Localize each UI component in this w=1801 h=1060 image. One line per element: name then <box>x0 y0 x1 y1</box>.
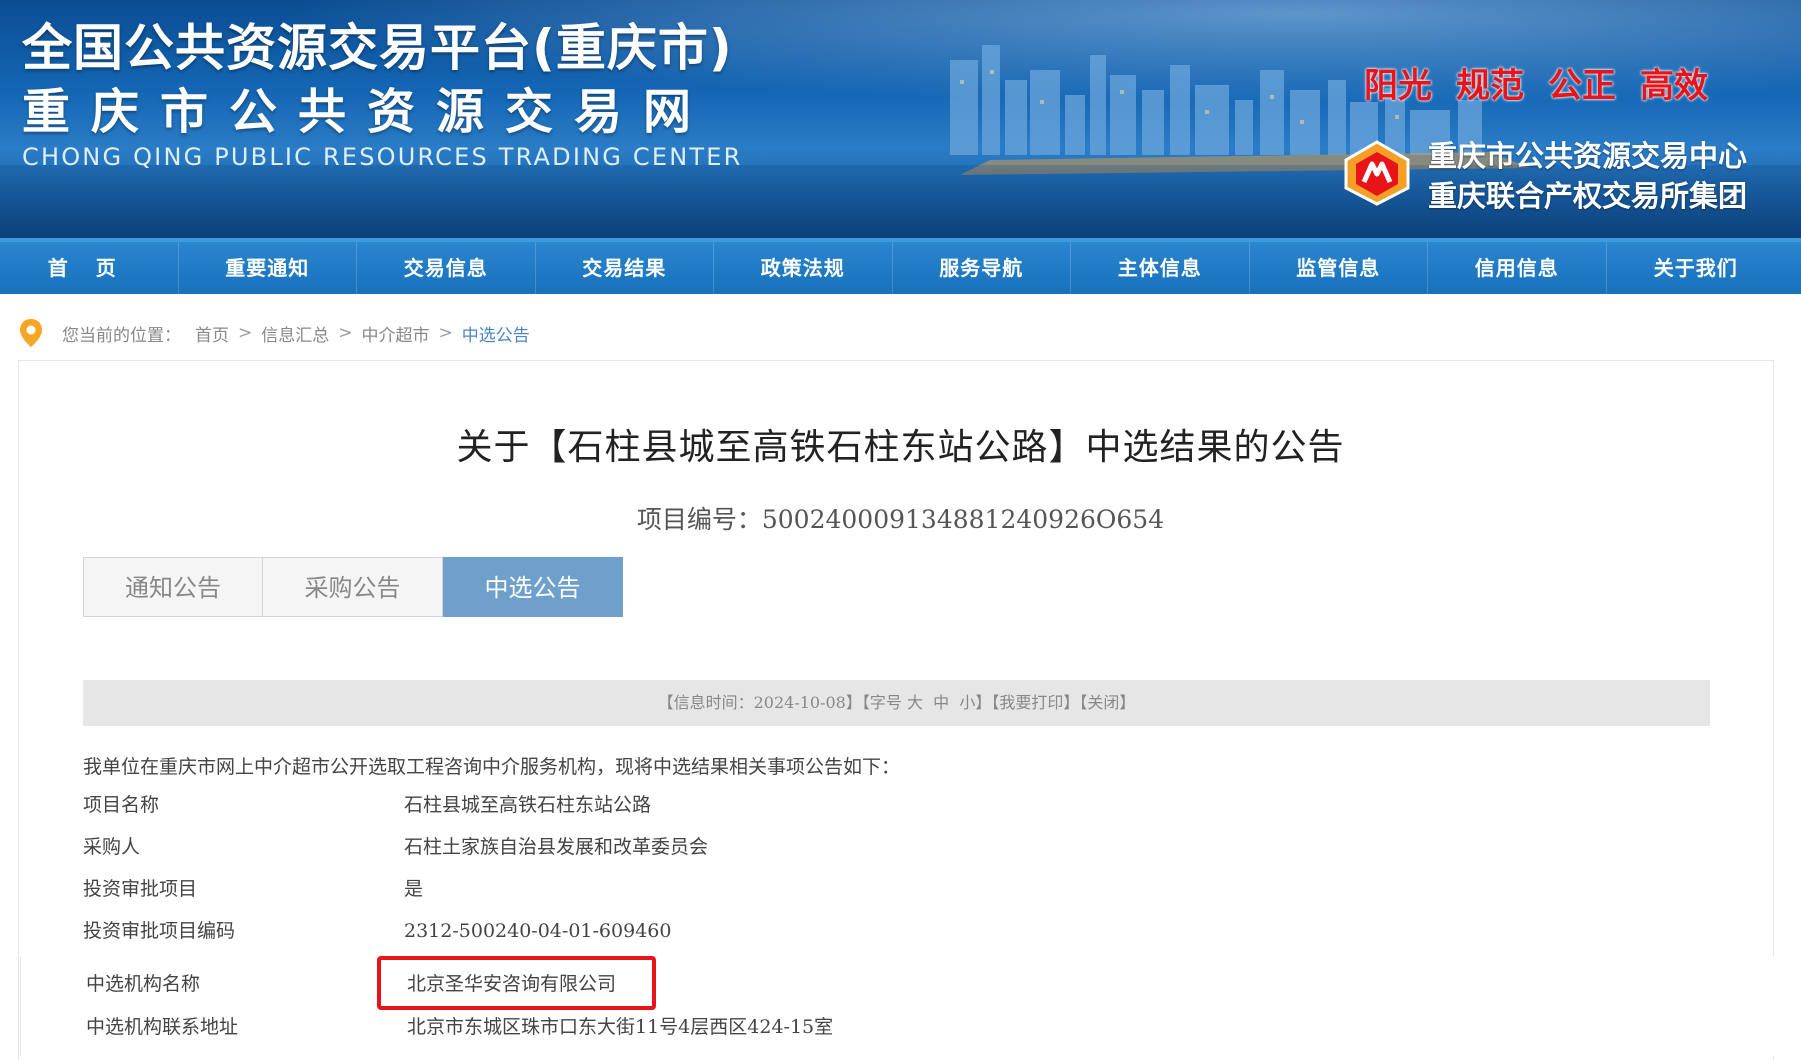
nav-item-supervision[interactable]: 监管信息 <box>1250 242 1428 294</box>
nav-item-policies[interactable]: 政策法规 <box>714 242 893 294</box>
nav-item-trade-info[interactable]: 交易信息 <box>357 242 536 294</box>
highlight-annotation-box <box>377 956 656 1010</box>
slogan-sunshine: 阳光 <box>1364 66 1432 106</box>
field-value: 2312-500240-04-01-609460 <box>404 920 672 942</box>
org-name-center: 重庆市公共资源交易中心 <box>1428 139 1748 173</box>
tab-notice[interactable]: 通知公告 <box>83 557 263 617</box>
field-label: 项目名称 <box>83 794 160 816</box>
trading-center-logo <box>1344 140 1410 206</box>
nav-item-entity-info[interactable]: 主体信息 <box>1071 242 1250 294</box>
field-value: 石柱县城至高铁石柱东站公路 <box>404 794 652 816</box>
field-label: 采购人 <box>83 836 141 858</box>
site-subtitle: 重庆市公共资源交易网 <box>22 84 713 140</box>
font-size-large-link[interactable]: 大 <box>907 693 923 712</box>
article-info-bar: 【信息时间：2024-10-08】【字号 大 中 小】【我要打印】【关闭】 <box>83 680 1710 726</box>
breadcrumb: 您当前的位置： 首页 > 信息汇总 > 中介超市 > 中选公告 <box>18 318 530 348</box>
field-label: 投资审批项目 <box>83 878 198 900</box>
nav-item-home[interactable]: 首页 <box>0 242 179 294</box>
field-value: 是 <box>404 878 424 900</box>
site-title: 全国公共资源交易平台(重庆市) <box>22 19 733 77</box>
article-intro: 我单位在重庆市网上中介超市公开选取工程咨询中介服务机构，现将中选结果相关事项公告… <box>83 756 901 778</box>
close-link[interactable]: 【关闭】 <box>1079 693 1135 712</box>
main-nav: 首页 重要通知 交易信息 交易结果 政策法规 服务导航 主体信息 监管信息 信用… <box>0 238 1801 294</box>
site-title-english: CHONG QING PUBLIC RESOURCES TRADING CENT… <box>22 143 743 171</box>
breadcrumb-separator: > <box>338 323 353 343</box>
org-name-group: 重庆联合产权交易所集团 <box>1428 179 1748 213</box>
site-banner: 全国公共资源交易平台(重庆市) 重庆市公共资源交易网 CHONG QING PU… <box>0 0 1801 238</box>
font-size-label: 【字号 <box>861 693 902 712</box>
breadcrumb-current[interactable]: 中选公告 <box>462 321 530 346</box>
publish-time: 【信息时间：2024-10-08】 <box>657 693 862 712</box>
breadcrumb-separator: > <box>238 323 253 343</box>
org-name-block: 重庆市公共资源交易中心 重庆联合产权交易所集团 <box>1428 136 1747 216</box>
article-title: 关于【石柱县城至高铁石柱东站公路】中选结果的公告 <box>456 427 1345 468</box>
nav-item-notices[interactable]: 重要通知 <box>179 242 357 294</box>
slogan-fair: 公正 <box>1548 66 1616 106</box>
field-label: 投资审批项目编码 <box>83 920 236 942</box>
project-number: 项目编号：500240009134881240926O654 <box>636 505 1165 534</box>
location-pin-icon <box>20 319 42 347</box>
slogan-efficient: 高效 <box>1640 66 1708 106</box>
field-value: 北京市东城区珠市口东大街11号4层西区424-15室 <box>407 1016 834 1038</box>
tab-procurement[interactable]: 采购公告 <box>263 557 443 617</box>
breadcrumb-info-summary[interactable]: 信息汇总 <box>261 321 329 346</box>
field-value: 石柱土家族自治县发展和改革委员会 <box>404 836 709 858</box>
print-link[interactable]: 【我要打印】 <box>991 693 1079 712</box>
nav-item-credit[interactable]: 信用信息 <box>1428 242 1607 294</box>
announcement-tabs: 通知公告 采购公告 中选公告 <box>83 557 623 617</box>
nav-item-service-guide[interactable]: 服务导航 <box>893 242 1071 294</box>
font-size-medium-link[interactable]: 中 <box>933 693 949 712</box>
field-label: 中选机构联系地址 <box>86 1016 239 1038</box>
slogan-group: 阳光 规范 公正 高效 <box>1364 58 1708 107</box>
nav-item-about[interactable]: 关于我们 <box>1607 242 1786 294</box>
slogan-standard: 规范 <box>1456 66 1524 106</box>
breadcrumb-separator: > <box>438 323 453 343</box>
breadcrumb-home[interactable]: 首页 <box>195 321 229 346</box>
breadcrumb-label: 您当前的位置： <box>62 325 181 346</box>
tab-selection-result[interactable]: 中选公告 <box>443 557 623 617</box>
field-label: 中选机构名称 <box>86 973 201 995</box>
nav-item-trade-results[interactable]: 交易结果 <box>536 242 714 294</box>
breadcrumb-agency-market[interactable]: 中介超市 <box>362 321 430 346</box>
font-size-small-link[interactable]: 小】 <box>959 693 991 712</box>
